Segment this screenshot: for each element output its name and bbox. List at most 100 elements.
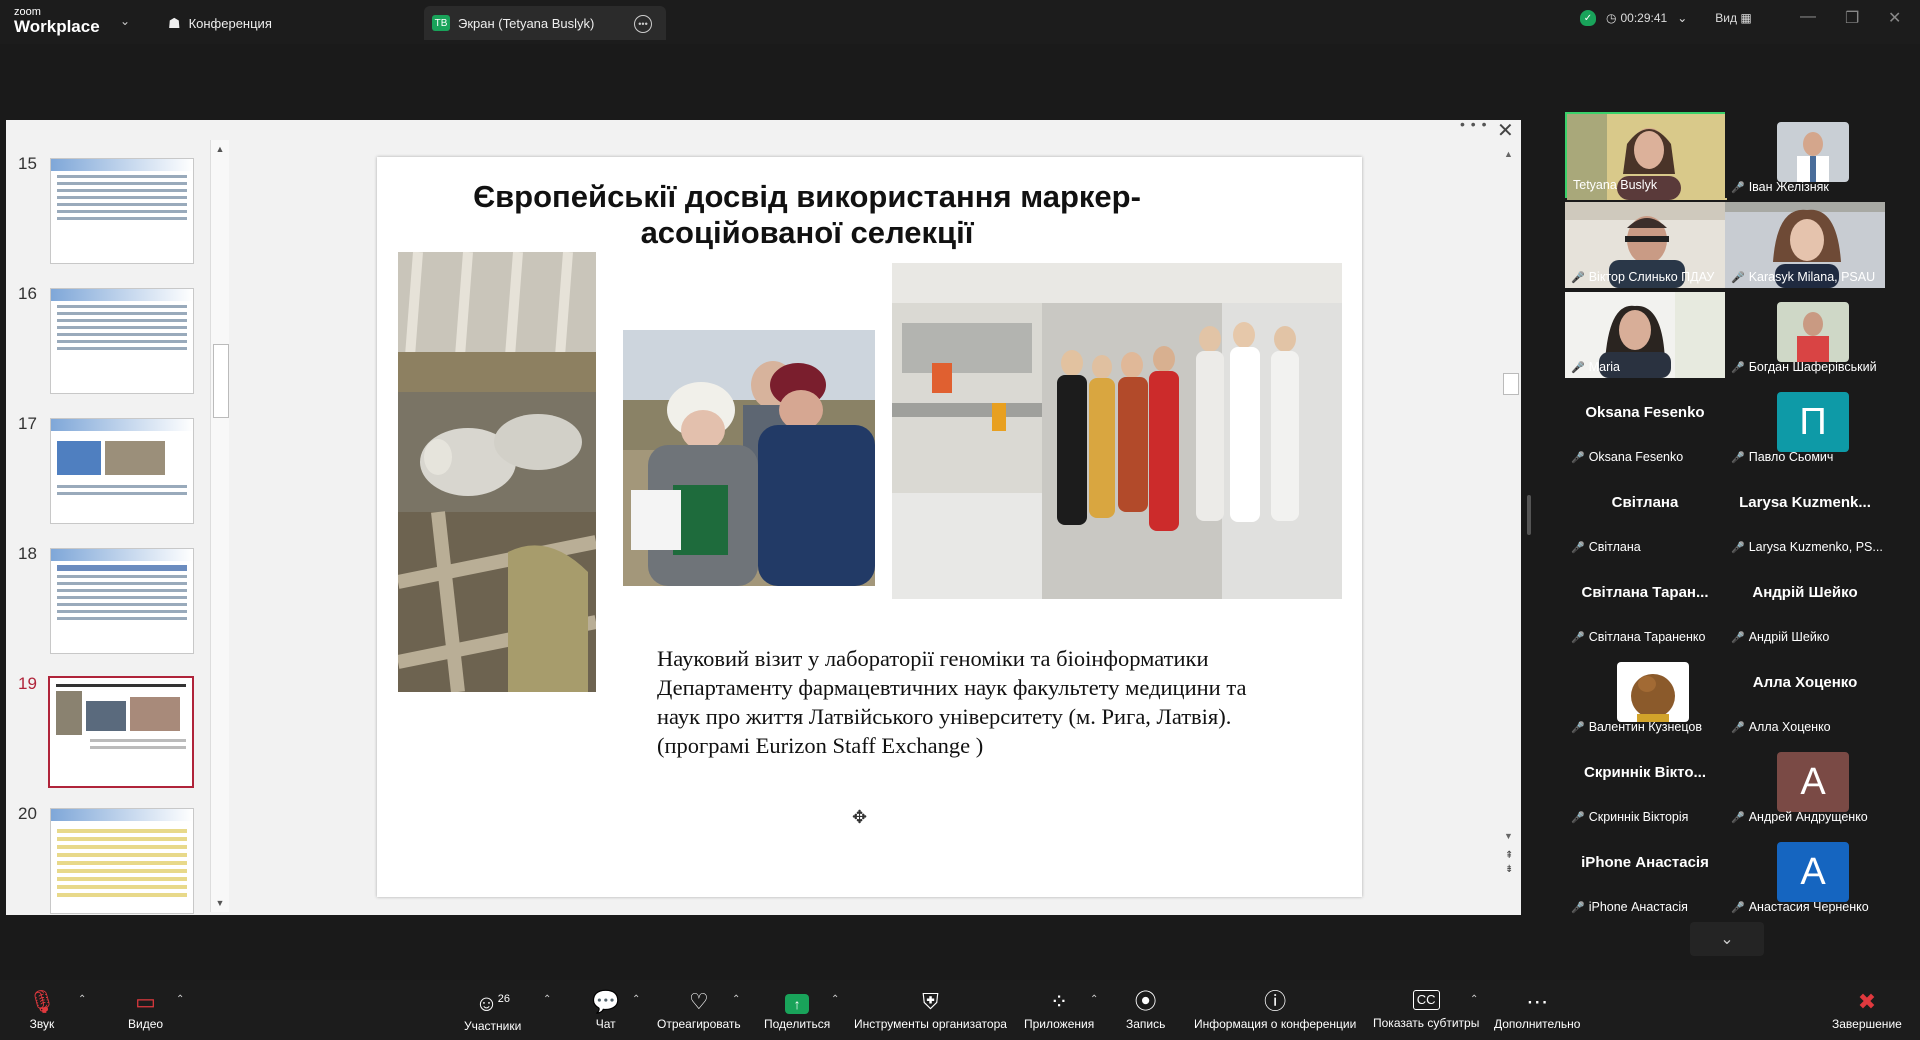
- participant-tile[interactable]: 🎤 Іван Желізняк: [1725, 112, 1885, 198]
- participant-tile[interactable]: 🎤 Валентин Кузнецов: [1565, 652, 1725, 738]
- scroll-up-icon[interactable]: ▲: [1504, 149, 1513, 159]
- slide-thumbnail-19-selected[interactable]: [48, 676, 194, 788]
- page-nav-icons[interactable]: ⇞ ⇟: [1505, 849, 1513, 877]
- audio-button[interactable]: 🎙 Звук: [28, 980, 56, 1040]
- mic-muted-icon: 🎤: [1731, 182, 1745, 194]
- record-button[interactable]: ⦿ Запись: [1126, 980, 1165, 1040]
- mic-muted-icon: 🎤: [1731, 722, 1745, 734]
- participant-tile[interactable]: А 🎤 Анастасия Черненко: [1725, 832, 1885, 918]
- slide-number: 18: [18, 544, 37, 563]
- participant-tile[interactable]: 🎤 Maria: [1565, 292, 1725, 378]
- chat-options-caret[interactable]: ⌃: [632, 994, 640, 1005]
- end-meeting-button[interactable]: ✖ Завершение: [1832, 980, 1902, 1040]
- end-icon: ✖: [1857, 988, 1877, 1014]
- more-icon[interactable]: • • •: [1460, 116, 1487, 132]
- close-window-icon[interactable]: ✕: [1888, 8, 1901, 28]
- scroll-down-icon[interactable]: ▼: [1504, 831, 1513, 841]
- tab-meeting[interactable]: ☗ Конференция: [168, 6, 272, 40]
- scrollbar-thumb[interactable]: [213, 344, 229, 418]
- slide-number: 20: [18, 804, 37, 823]
- scroll-down-icon[interactable]: ▼: [211, 898, 229, 908]
- participant-tile[interactable]: Скриннік Вікто... 🎤 Скриннік Вікторія: [1565, 742, 1725, 828]
- participant-tile[interactable]: iPhone Анастасія 🎤 iPhone Анастасія: [1565, 832, 1725, 918]
- participants-options-caret[interactable]: ⌃: [543, 994, 551, 1005]
- shield-check-icon[interactable]: ✓: [1580, 10, 1596, 26]
- participant-avatar: А: [1777, 752, 1849, 812]
- chat-icon: 💬: [592, 988, 620, 1014]
- participant-tile[interactable]: 🎤 Karasyk Milana, PSAU: [1725, 202, 1885, 288]
- participant-display-name: Скриннік Вікто...: [1583, 764, 1706, 781]
- participant-tile[interactable]: Андрій Шейко 🎤 Андрій Шейко: [1725, 562, 1885, 648]
- chat-button[interactable]: 💬 Чат: [592, 980, 619, 1040]
- mic-muted-icon: 🎙: [28, 988, 56, 1014]
- participant-display-name: Larysa Kuzmenk...: [1739, 494, 1871, 511]
- captions-options-caret[interactable]: ⌃: [1470, 994, 1478, 1005]
- scrollbar-thumb[interactable]: [1503, 373, 1519, 395]
- mic-muted-icon: 🎤: [1731, 362, 1745, 374]
- react-options-caret[interactable]: ⌃: [732, 994, 740, 1005]
- participant-name: 🎤 Larysa Kuzmenko, PS...: [1731, 540, 1883, 554]
- slide-thumbnail-18[interactable]: [50, 548, 194, 654]
- slide-thumbnail-20[interactable]: [50, 808, 194, 914]
- zoom-logo[interactable]: zoom Workplace: [14, 7, 100, 36]
- host-tools-button[interactable]: ⛨ Инструменты организатора: [854, 980, 1007, 1040]
- cc-icon: CC: [1412, 990, 1440, 1010]
- participant-tile[interactable]: Світлана 🎤 Світлана: [1565, 472, 1725, 558]
- grid-icon: ▦: [1740, 11, 1752, 25]
- participant-tile[interactable]: Larysa Kuzmenk... 🎤 Larysa Kuzmenko, PS..…: [1725, 472, 1885, 558]
- apps-options-caret[interactable]: ⌃: [1090, 994, 1098, 1005]
- participant-tile[interactable]: Oksana Fesenko 🎤 Oksana Fesenko: [1565, 382, 1725, 468]
- minimize-icon[interactable]: —: [1800, 8, 1816, 26]
- captions-label: Показать субтитры: [1373, 1016, 1480, 1030]
- video-options-caret[interactable]: ⌃: [176, 994, 184, 1005]
- thumbnail-scrollbar[interactable]: ▲ ▼: [210, 140, 229, 912]
- participants-button[interactable]: ☺26 Участники: [464, 980, 521, 1040]
- participant-tile[interactable]: А 🎤 Андрей Андрущенко: [1725, 742, 1885, 828]
- participant-tile[interactable]: Алла Хоценко 🎤 Алла Хоценко: [1725, 652, 1885, 738]
- gallery-next-page-button[interactable]: ⌄: [1690, 922, 1764, 956]
- share-label: Поделиться: [764, 1016, 831, 1031]
- share-options-caret[interactable]: ⌃: [831, 994, 839, 1005]
- video-button[interactable]: ▭ Видео: [128, 980, 163, 1040]
- chevron-down-icon[interactable]: ⌄: [1677, 11, 1687, 25]
- tab-meeting-label: Конференция: [188, 15, 272, 31]
- slide-thumbnails: 15 16 17 18 19 20: [6, 140, 236, 915]
- captions-button[interactable]: CC Показать субтитры: [1373, 980, 1479, 1040]
- mic-muted-icon: 🎤: [1571, 902, 1585, 914]
- meeting-info-button[interactable]: ⓘ Информация о конференции: [1194, 980, 1356, 1040]
- slide-thumbnail-17[interactable]: [50, 418, 194, 524]
- maximize-icon[interactable]: ❐: [1845, 8, 1859, 28]
- apps-button[interactable]: ⁘ Приложения: [1024, 980, 1094, 1040]
- scroll-up-icon[interactable]: ▲: [211, 144, 229, 154]
- mic-muted-icon: 🎤: [1731, 902, 1745, 914]
- tab-screen-share[interactable]: TB Экран (Tetyana Buslyk) •••: [424, 6, 666, 40]
- view-button[interactable]: Вид ▦: [1715, 11, 1751, 25]
- react-button[interactable]: ♡ Отреагировать: [657, 980, 741, 1040]
- audio-options-caret[interactable]: ⌃: [78, 994, 86, 1005]
- chevron-down-icon[interactable]: ⌄: [120, 14, 130, 28]
- participants-count: 26: [497, 993, 511, 1006]
- slide-number: 19: [18, 674, 37, 693]
- participant-tile[interactable]: П 🎤 Павло Сьомич: [1725, 382, 1885, 468]
- close-icon[interactable]: ✕: [1497, 118, 1514, 143]
- split-resize-handle[interactable]: [1527, 495, 1531, 535]
- people-icon: ☗: [168, 14, 181, 31]
- more-options-icon[interactable]: •••: [634, 15, 652, 33]
- slide-thumbnail-15[interactable]: [50, 158, 194, 264]
- participant-tile[interactable]: 🎤 Віктор Слинько ПДАУ: [1565, 202, 1725, 288]
- more-icon: ⋯: [1526, 988, 1549, 1014]
- participant-tile[interactable]: 🎤 Богдан Шаферівський: [1725, 292, 1885, 378]
- participant-tile[interactable]: Tetyana Buslyk: [1565, 112, 1727, 200]
- info-icon: ⓘ: [1264, 988, 1287, 1014]
- participants-icon: ☺26: [475, 990, 511, 1016]
- slide-thumbnail-16[interactable]: [50, 288, 194, 394]
- more-button[interactable]: ⋯ Дополнительно: [1494, 980, 1580, 1040]
- participant-tile[interactable]: Світлана Таран... 🎤 Світлана Тараненко: [1565, 562, 1725, 648]
- mic-muted-icon: 🎤: [1571, 272, 1585, 284]
- mic-muted-icon: 🎤: [1731, 632, 1745, 644]
- record-label: Запись: [1126, 1016, 1166, 1031]
- slide-scrollbar[interactable]: ▲ ▼: [1500, 143, 1520, 843]
- participant-name: 🎤 Іван Желізняк: [1731, 180, 1829, 194]
- share-button[interactable]: ↑ Поделиться: [764, 980, 830, 1040]
- participant-name: 🎤 Oksana Fesenko: [1571, 450, 1684, 464]
